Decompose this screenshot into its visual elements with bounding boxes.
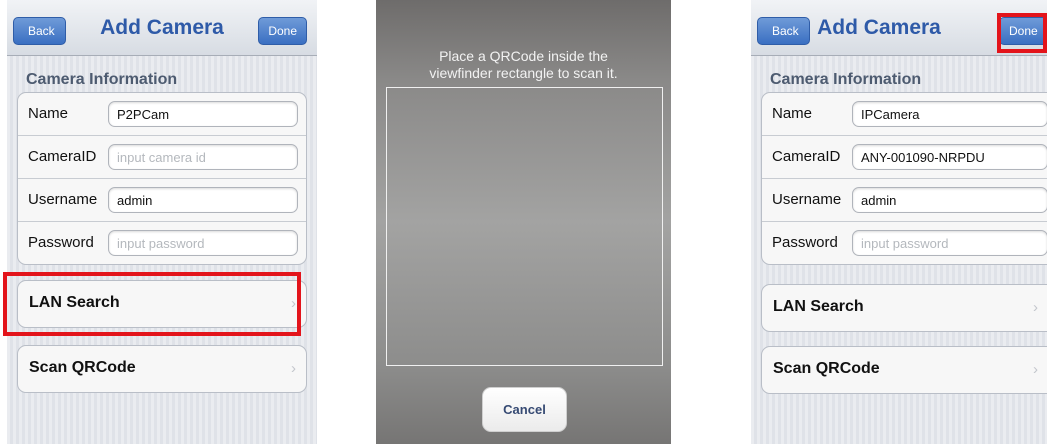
done-button[interactable]: Done bbox=[258, 17, 307, 45]
scan-qrcode-label: Scan QRCode bbox=[29, 359, 136, 376]
username-row: Username admin bbox=[18, 179, 306, 222]
scan-instructions-line-1: Place a QRCode inside the bbox=[439, 48, 608, 64]
chevron-right-icon: › bbox=[1033, 299, 1038, 316]
chevron-right-icon: › bbox=[291, 360, 296, 377]
password-input[interactable]: input password bbox=[108, 230, 298, 256]
password-input[interactable]: input password bbox=[852, 230, 1047, 256]
name-input[interactable]: P2PCam bbox=[108, 101, 298, 127]
name-label: Name bbox=[772, 105, 813, 122]
name-label: Name bbox=[28, 105, 69, 122]
camera-id-row: CameraID input camera id bbox=[18, 136, 306, 179]
username-input[interactable]: admin bbox=[852, 187, 1047, 213]
username-input[interactable]: admin bbox=[108, 187, 298, 213]
scan-qrcode-button[interactable]: Scan QRCode › bbox=[761, 346, 1047, 394]
password-label: Password bbox=[28, 234, 94, 251]
chevron-right-icon: › bbox=[1033, 361, 1038, 378]
qr-scanner-screen: Place a QRCode inside the viewfinder rec… bbox=[376, 0, 671, 444]
lan-search-button[interactable]: LAN Search › bbox=[761, 284, 1047, 332]
scan-qrcode-button[interactable]: Scan QRCode › bbox=[17, 345, 307, 393]
password-row: Password input password bbox=[762, 222, 1047, 264]
camera-id-input[interactable]: input camera id bbox=[108, 144, 298, 170]
done-button-highlight bbox=[997, 13, 1047, 53]
cancel-button[interactable]: Cancel bbox=[482, 387, 567, 432]
page-title: Add Camera bbox=[817, 16, 941, 39]
viewfinder-rectangle bbox=[386, 87, 663, 366]
camera-id-row: CameraID ANY-001090-NRPDU bbox=[762, 136, 1047, 179]
scan-instructions: Place a QRCode inside the viewfinder rec… bbox=[376, 48, 671, 82]
left-phone-screen: Back Add Camera Done Camera Information … bbox=[7, 0, 317, 444]
camera-id-input[interactable]: ANY-001090-NRPDU bbox=[852, 144, 1047, 170]
lan-search-highlight bbox=[3, 272, 301, 336]
nav-bar: Back Add Camera Done bbox=[7, 0, 317, 56]
camera-id-label: CameraID bbox=[772, 148, 841, 165]
name-row: Name P2PCam bbox=[18, 93, 306, 136]
name-input[interactable]: IPCamera bbox=[852, 101, 1047, 127]
camera-id-label: CameraID bbox=[28, 148, 97, 165]
section-title: Camera Information bbox=[770, 71, 922, 88]
username-label: Username bbox=[28, 191, 98, 208]
lan-search-label: LAN Search bbox=[773, 298, 864, 315]
right-phone-screen: Back Add Camera Done Camera Information … bbox=[751, 0, 1047, 444]
scan-qrcode-label: Scan QRCode bbox=[773, 360, 880, 377]
camera-info-form: Name IPCamera CameraID ANY-001090-NRPDU … bbox=[761, 92, 1047, 265]
scan-instructions-line-2: viewfinder rectangle to scan it. bbox=[429, 65, 618, 81]
section-title: Camera Information bbox=[26, 71, 178, 88]
name-row: Name IPCamera bbox=[762, 93, 1047, 136]
username-row: Username admin bbox=[762, 179, 1047, 222]
camera-info-form: Name P2PCam CameraID input camera id Use… bbox=[17, 92, 307, 265]
password-label: Password bbox=[772, 234, 838, 251]
password-row: Password input password bbox=[18, 222, 306, 264]
username-label: Username bbox=[772, 191, 842, 208]
